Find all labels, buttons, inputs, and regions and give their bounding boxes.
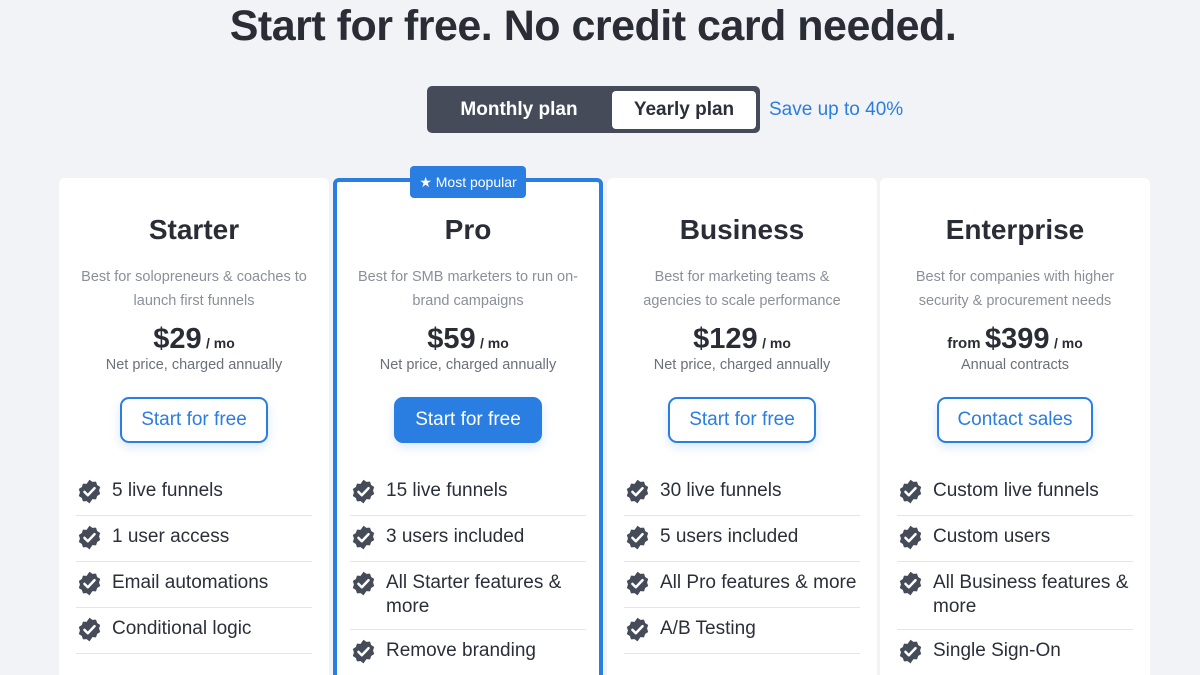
check-badge-icon [899, 479, 922, 504]
plan-card-pro: Pro Best for SMB marketers to run on-bra… [333, 178, 603, 675]
plan-description: Best for companies with higher security … [915, 269, 1115, 309]
plan-name: Pro [444, 214, 492, 245]
check-badge-icon [626, 479, 649, 504]
check-badge-icon [352, 571, 375, 596]
plan-name: Business [679, 214, 805, 245]
plan-name: Enterprise [945, 214, 1085, 245]
feature-item: 3 users included [350, 516, 586, 562]
feature-item: Single Sign-On [897, 630, 1133, 675]
feature-item: 5 users included [624, 516, 860, 562]
feature-text: 15 live funnels [386, 480, 508, 501]
price-period: / mo [762, 335, 791, 351]
feature-item: 30 live funnels [624, 470, 860, 516]
feature-text: 5 users included [660, 526, 799, 547]
billing-toggle-row: Monthly plan Yearly plan Save up to 40% [427, 86, 903, 133]
plan-card-enterprise: Enterprise Best for companies with highe… [880, 178, 1150, 675]
price-amount: $59 [427, 323, 476, 355]
check-badge-icon [78, 479, 101, 504]
plan-description: Best for marketing teams & agencies to s… [643, 269, 841, 309]
price-note: Annual contracts [960, 357, 1069, 373]
feature-text: 30 live funnels [660, 480, 782, 501]
check-badge-icon [899, 525, 922, 550]
page-headline: Start for free. No credit card needed. [229, 2, 957, 50]
plan-price: $59 / mo [337, 323, 599, 356]
feature-text: Single Sign-On [933, 640, 1061, 661]
price-amount: $399 [985, 323, 1050, 355]
plan-price: $29 / mo [59, 323, 329, 356]
check-badge-icon [352, 639, 375, 664]
check-badge-icon [626, 571, 649, 596]
check-badge-icon [78, 617, 101, 642]
price-period: / mo [480, 335, 509, 351]
feature-text: A/B Testing [660, 618, 756, 639]
check-badge-icon [352, 525, 375, 550]
feature-list: 15 live funnels 3 users included All Sta… [350, 470, 586, 675]
feature-text: Custom live funnels [933, 480, 1099, 501]
feature-text: Email automations [112, 572, 269, 593]
feature-item: All Starter features & more [350, 562, 586, 630]
contact-sales-button[interactable]: Contact sales [937, 397, 1093, 443]
feature-text: All Starter features & more [386, 572, 562, 617]
billing-toggle: Monthly plan Yearly plan [427, 86, 760, 133]
feature-item: A/B Testing [624, 608, 860, 654]
check-badge-icon [78, 571, 101, 596]
start-for-free-button[interactable]: Start for free [668, 397, 816, 443]
feature-text: 5 live funnels [112, 480, 223, 501]
plan-description: Best for SMB marketers to run on-brand c… [358, 269, 578, 309]
price-amount: $129 [693, 323, 758, 355]
price-note: Net price, charged annually [379, 357, 557, 373]
feature-text: All Business features & more [933, 572, 1129, 617]
feature-item: All Business features & more [897, 562, 1133, 630]
feature-item: Email automations [76, 562, 312, 608]
price-amount: $29 [153, 323, 202, 355]
feature-text: All Pro features & more [660, 572, 857, 593]
check-badge-icon [626, 617, 649, 642]
yearly-plan-option[interactable]: Yearly plan [612, 90, 756, 129]
most-popular-badge: ★ Most popular [410, 166, 526, 198]
check-badge-icon [78, 525, 101, 550]
check-badge-icon [899, 571, 922, 596]
plan-price: $129 / mo [607, 323, 877, 356]
feature-item: Custom live funnels [897, 470, 1133, 516]
price-period: / mo [206, 335, 235, 351]
feature-item: All Pro features & more [624, 562, 860, 608]
price-note: Net price, charged annually [653, 357, 831, 373]
feature-item: 15 live funnels [350, 470, 586, 516]
feature-text: Remove branding [386, 640, 536, 661]
price-period: / mo [1053, 335, 1083, 351]
feature-text: Conditional logic [112, 618, 252, 639]
save-up-to-label: Save up to 40% [769, 98, 904, 120]
plan-name: Starter [148, 214, 240, 245]
feature-item: Conditional logic [76, 608, 312, 654]
feature-item: Remove branding [350, 630, 586, 675]
feature-list: 5 live funnels 1 user access Email autom… [76, 470, 312, 654]
feature-item: 5 live funnels [76, 470, 312, 516]
plan-card-business: Business Best for marketing teams & agen… [607, 178, 877, 675]
monthly-plan-option[interactable]: Monthly plan [431, 91, 607, 129]
price-note: Net price, charged annually [105, 357, 283, 373]
plan-description: Best for solopreneurs & coaches to launc… [81, 269, 307, 309]
price-prefix: from [947, 335, 981, 352]
check-badge-icon [352, 479, 375, 504]
feature-text: 3 users included [386, 526, 525, 547]
check-badge-icon [899, 639, 922, 664]
check-badge-icon [626, 525, 649, 550]
start-for-free-button[interactable]: Start for free [394, 397, 542, 443]
start-for-free-button[interactable]: Start for free [120, 397, 268, 443]
plan-price: from $399 / mo [880, 323, 1150, 356]
feature-text: Custom users [933, 526, 1051, 547]
feature-item: 1 user access [76, 516, 312, 562]
feature-list: Custom live funnels Custom users All Bus… [897, 470, 1133, 675]
plan-card-starter: Starter Best for solopreneurs & coaches … [59, 178, 329, 675]
feature-item: Custom users [897, 516, 1133, 562]
feature-text: 1 user access [112, 526, 230, 547]
feature-list: 30 live funnels 5 users included All Pro… [624, 470, 860, 654]
